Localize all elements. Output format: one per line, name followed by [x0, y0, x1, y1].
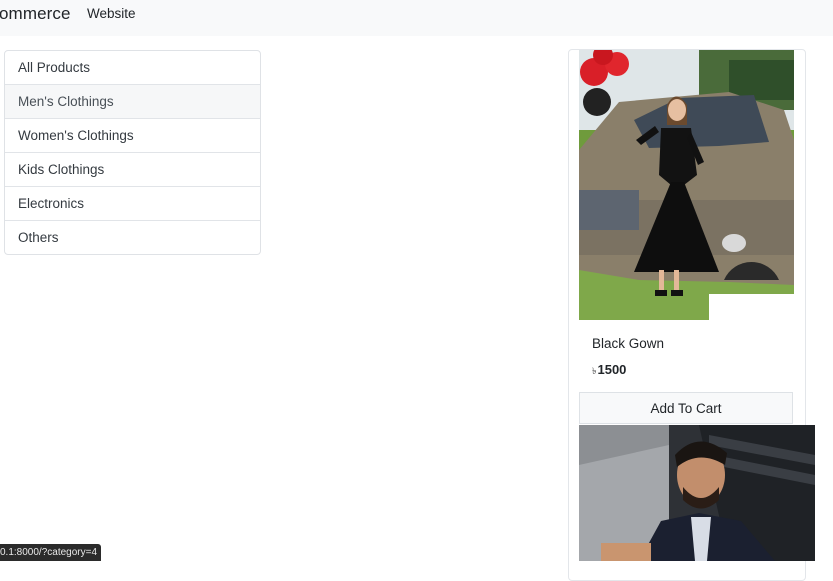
category-item-electronics[interactable]: Electronics [5, 186, 260, 220]
product-image-2[interactable] [579, 425, 815, 561]
category-item-kids-clothings[interactable]: Kids Clothings [5, 152, 260, 186]
category-item-mens-clothings[interactable]: Men's Clothings [5, 84, 260, 118]
category-item-others[interactable]: Others [5, 220, 260, 254]
currency-symbol: ৳ [592, 366, 597, 376]
navbar: ommerce Website [0, 0, 833, 36]
nav-link-website[interactable]: Website [87, 6, 136, 21]
category-item-womens-clothings[interactable]: Women's Clothings [5, 118, 260, 152]
product-photo-black-gown [579, 50, 794, 320]
category-list: All Products Men's Clothings Women's Clo… [4, 50, 261, 255]
browser-status-url: 0.1:8000/?category=4 [0, 544, 102, 561]
product-title[interactable]: Black Gown [592, 336, 664, 351]
add-to-cart-button[interactable]: Add To Cart [579, 392, 793, 424]
price-amount: 1500 [597, 362, 627, 377]
product-price: ৳1500 [592, 362, 626, 379]
product-image[interactable] [579, 50, 794, 320]
category-item-all-products[interactable]: All Products [5, 51, 260, 84]
product-photo-man [579, 425, 815, 561]
brand-logo[interactable]: ommerce [0, 4, 71, 24]
